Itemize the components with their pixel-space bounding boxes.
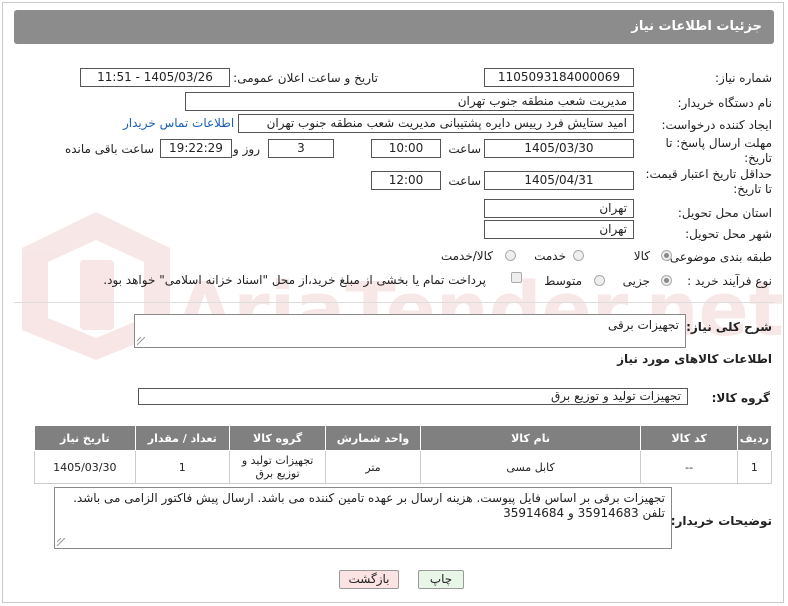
need-number-field: 1105093184000069 (484, 68, 634, 87)
category-radio-goods[interactable] (661, 250, 672, 261)
buyer-notes-label: توضیحات خریدار: (670, 514, 772, 528)
reply-time-label: ساعت (448, 142, 481, 156)
reply-time-field: 10:00 (371, 139, 441, 158)
requester-label: ایجاد کننده درخواست: (661, 118, 772, 132)
category-radio-service[interactable] (573, 250, 584, 261)
province-label: استان محل تحویل: (677, 206, 772, 220)
treasury-payment-note: پرداخت تمام یا بخشی از مبلغ خرید،از محل … (103, 273, 486, 287)
category-option-service: خدمت (534, 249, 566, 263)
resize-handle-icon[interactable] (137, 337, 145, 345)
announce-label: تاریخ و ساعت اعلان عمومی: (233, 71, 378, 85)
process-label: نوع فرآیند خرید : (687, 274, 772, 288)
resize-handle-icon[interactable] (57, 538, 65, 546)
buyer-notes-line-2: تلفن 35914683 و 35914684 (503, 506, 665, 520)
reply-date-field: 1405/03/30 (484, 139, 634, 158)
city-label: شهر محل تحویل: (685, 227, 772, 241)
need-number-label: شماره نیاز: (715, 71, 772, 85)
days-label: روز و (233, 142, 260, 156)
goods-group-field: تجهیزات تولید و توزیع برق (138, 388, 688, 405)
col-row: ردیف (736, 425, 773, 451)
col-unit: واحد شمارش (325, 425, 421, 451)
divider (14, 302, 774, 303)
remaining-time-label: ساعت باقی مانده (64, 142, 154, 156)
table-row: 1 -- کابل مسی متر تجهیزات تولید و توزیع … (34, 450, 773, 484)
category-radio-both[interactable] (505, 250, 516, 261)
buyer-org-label: نام دستگاه خریدار: (677, 96, 773, 110)
province-field: تهران (484, 199, 634, 218)
buyer-notes-line-1: تجهیزات برقی بر اساس فایل پیوست. هزینه ا… (73, 491, 665, 505)
cell-date: 1405/03/30 (34, 450, 136, 484)
price-deadline-label-2: تا تاریخ: (733, 182, 772, 196)
col-group: گروه کالا (228, 425, 327, 451)
col-date: تاریخ نیاز (34, 425, 136, 451)
buyer-org-field: مدیریت شعب منطقه جنوب تهران (185, 92, 634, 111)
cell-name: کابل مسی (419, 450, 642, 484)
process-option-minor: جزیی (622, 274, 650, 288)
table-header-row: ردیف کد کالا نام کالا واحد شمارش گروه کا… (34, 425, 773, 451)
description-label: شرح کلی نیاز: (686, 320, 772, 334)
process-radio-medium[interactable] (594, 275, 605, 286)
cell-qty: 1 (134, 450, 230, 484)
city-field: تهران (484, 220, 634, 239)
page-title: جزئیات اطلاعات نیاز (631, 19, 762, 34)
days-field: 3 (268, 139, 334, 158)
price-date-field: 1405/04/31 (484, 171, 634, 190)
price-deadline-label: حداقل تاریخ اعتبار قیمت: (645, 167, 772, 181)
buyer-notes-textarea[interactable]: تجهیزات برقی بر اساس فایل پیوست. هزینه ا… (54, 487, 672, 549)
price-time-label: ساعت (448, 174, 481, 188)
goods-table: ردیف کد کالا نام کالا واحد شمارش گروه کا… (34, 425, 773, 484)
category-option-goods: کالا (633, 249, 650, 263)
cell-group: تجهیزات تولید و توزیع برق (228, 450, 327, 484)
col-name: نام کالا (419, 425, 642, 451)
price-time-field: 12:00 (371, 171, 441, 190)
description-text: تجهیزات برقی (607, 318, 679, 332)
goods-group-label: گروه کالا: (711, 391, 770, 405)
category-label: طبقه بندی موضوعی: (665, 250, 772, 264)
cell-row: 1 (736, 450, 773, 484)
page-header: جزئیات اطلاعات نیاز (14, 10, 774, 44)
reply-deadline-label: مهلت ارسال پاسخ: تا (665, 136, 772, 150)
process-option-medium: متوسط (544, 274, 582, 288)
process-radio-minor[interactable] (661, 275, 672, 286)
back-button[interactable]: بازگشت (339, 570, 399, 589)
reply-deadline-label-2: تاریخ: (744, 151, 772, 165)
remaining-time-field: 19:22:29 (160, 139, 232, 158)
col-qty: تعداد / مقدار (134, 425, 230, 451)
description-textarea[interactable]: تجهیزات برقی (134, 314, 686, 348)
requester-field: امید ستایش فرد رییس دایره پشتیبانی مدیری… (238, 114, 634, 133)
print-button[interactable]: چاپ (418, 570, 464, 589)
treasury-payment-checkbox[interactable] (511, 272, 522, 283)
category-option-both: کالا/خدمت (440, 249, 493, 263)
goods-section-title: اطلاعات کالاهای مورد نیاز (617, 352, 772, 366)
cell-unit: متر (325, 450, 421, 484)
col-code: کد کالا (640, 425, 738, 451)
announce-datetime-field: 1405/03/26 - 11:51 (80, 68, 230, 87)
buyer-contact-link[interactable]: اطلاعات تماس خریدار (123, 116, 234, 130)
cell-code: -- (640, 450, 738, 484)
